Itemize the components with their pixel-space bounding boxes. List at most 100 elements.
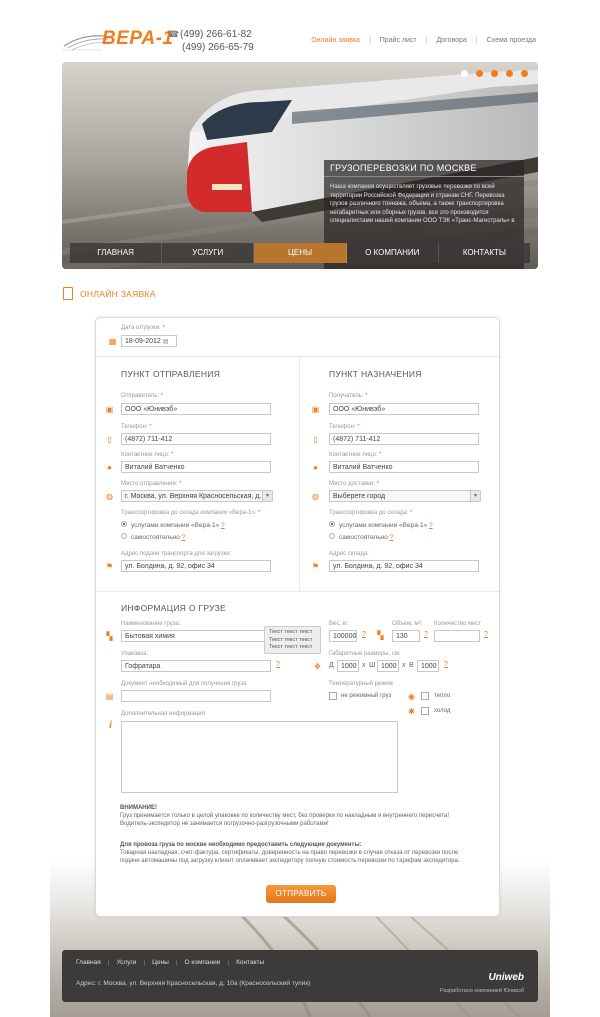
slider-dots: [461, 70, 528, 77]
phone-icon: ▯: [313, 435, 318, 444]
section-title: ОНЛАЙН ЗАЯВКА: [63, 287, 156, 301]
boxes-icon: ▚: [106, 632, 113, 641]
nav-separator: |: [143, 959, 146, 966]
hero-caption-title: ГРУЗОПЕРЕВОЗКИ ПО МОСКВЕ: [324, 160, 524, 177]
sender-address-input[interactable]: ул. Болдина, д. 92, офис 34: [121, 560, 271, 572]
receiver-phone-label: Телефон: *: [329, 424, 360, 430]
chevron-down-icon: ▼: [470, 491, 480, 501]
docs-notice: Для провоза груза по москве необходимо п…: [120, 841, 465, 865]
nav-separator: |: [425, 37, 428, 44]
receiver-radio-company[interactable]: услугами компании «Вера-1» ?: [329, 521, 433, 529]
footer-nav-about[interactable]: О компании: [185, 959, 221, 966]
receiver-contact-input[interactable]: Виталий Ватченко: [329, 461, 479, 473]
sender-contact-input[interactable]: Виталий Ватченко: [121, 461, 271, 473]
help-icon[interactable]: ?: [390, 534, 394, 541]
dim-length-input[interactable]: 1000: [337, 660, 359, 672]
receiver-title: ПУНКТ НАЗНАЧЕНИЯ: [329, 369, 422, 379]
help-icon[interactable]: ?: [484, 631, 488, 638]
footer-nav: Главная | Услуги | Цены | О компании | К…: [76, 959, 264, 966]
volume-input[interactable]: 130: [392, 630, 420, 642]
top-nav: Онлайн заявка | Прайс лист | Договора | …: [311, 37, 536, 44]
docs-text: Товарная накладная, счет-фактура, сертиф…: [120, 850, 460, 864]
help-icon[interactable]: ?: [276, 661, 280, 668]
weight-input[interactable]: 100000: [329, 630, 357, 642]
doc-label: Документ необходимый для получения груза: [121, 681, 247, 687]
main-nav-about[interactable]: О КОМПАНИИ: [347, 243, 439, 263]
notice-title: ВНИМАНИЕ!: [120, 805, 157, 811]
slider-dot-4[interactable]: [506, 70, 513, 77]
globe-icon: ◍: [312, 492, 319, 501]
footer-nav-home[interactable]: Главная: [76, 959, 101, 966]
hero-caption-text: Наша компания осуществляет грузовые пере…: [330, 184, 515, 224]
phone-icon: ☎: [168, 29, 180, 39]
receiver-transport-label: Транспортировка до склада: *: [329, 510, 413, 516]
sender-phone-input[interactable]: (4872) 711-412: [121, 433, 271, 445]
person-icon: ●: [313, 463, 318, 472]
logo[interactable]: ВЕРА-1: [62, 22, 173, 56]
main-nav-contacts[interactable]: КОНТАКТЫ: [439, 243, 530, 263]
sender-place-select[interactable]: г. Москва, ул. Верхняя Красносельская, д…: [121, 490, 273, 502]
help-icon[interactable]: ?: [182, 534, 186, 541]
help-icon[interactable]: ?: [444, 661, 448, 668]
footer: Главная | Услуги | Цены | О компании | К…: [62, 950, 538, 1002]
help-icon[interactable]: ?: [221, 522, 225, 529]
sender-radio-company[interactable]: услугами компании «Вера-1» ?: [121, 521, 225, 529]
main-nav-prices[interactable]: ЦЕНЫ: [254, 243, 347, 263]
ship-date-input[interactable]: 18-09-2012 ▤: [121, 335, 177, 347]
dim-times: х: [402, 662, 406, 669]
temp-normal-checkbox[interactable]: [329, 692, 337, 700]
top-nav-directions[interactable]: Схема проезда: [487, 37, 536, 44]
receiver-phone-input[interactable]: (4872) 711-412: [329, 433, 479, 445]
slider-dot-2[interactable]: [476, 70, 483, 77]
footer-nav-contacts[interactable]: Контакты: [236, 959, 264, 966]
temp-warm-checkbox[interactable]: [421, 692, 429, 700]
sender-transport-label: Транспортировка до склада компании «Вера…: [121, 510, 261, 516]
dim-height-input[interactable]: 1000: [417, 660, 439, 672]
calendar-picker-icon[interactable]: ▤: [163, 339, 169, 345]
top-nav-contracts[interactable]: Договора: [436, 37, 466, 44]
developer-logo[interactable]: Uniweb: [488, 972, 524, 983]
footer-nav-prices[interactable]: Цены: [152, 959, 169, 966]
document-icon: [63, 287, 73, 300]
receiver-place-select[interactable]: Выберете город ▼: [329, 490, 481, 502]
receiver-name-input[interactable]: ООО «Юнивэб»: [329, 403, 479, 415]
doc-input[interactable]: [121, 690, 271, 702]
section-title-text: ОНЛАЙН ЗАЯВКА: [80, 288, 156, 299]
footer-nav-services[interactable]: Услуги: [116, 959, 136, 966]
cargo-name-input[interactable]: Бытовая химия: [121, 630, 271, 642]
submit-button[interactable]: ОТПРАВИТЬ: [266, 885, 336, 903]
nav-separator: |: [368, 37, 371, 44]
receiver-contact-label: Контактное лицо: *: [329, 452, 382, 458]
dims-label: Габаритные размеры, см:: [329, 651, 401, 657]
sender-name-label: Отправитель: *: [121, 393, 164, 399]
receiver-radio-self[interactable]: самостоятельно ?: [329, 533, 394, 541]
hero-slider: ГРУЗОПЕРЕВОЗКИ ПО МОСКВЕ Наша компания о…: [62, 62, 538, 269]
flag-icon: ⚑: [311, 562, 320, 571]
phones: ☎ (499) 266-61-82 (499) 266-65-79: [168, 28, 254, 54]
weight-label: Вес, кг:: [329, 621, 350, 627]
count-input[interactable]: [434, 630, 480, 642]
pack-input[interactable]: Гофратара: [121, 660, 271, 672]
footer-address: Адрес: г. Москва, ул. Верхняя Красносель…: [76, 980, 311, 987]
phone-2: (499) 266-65-79: [182, 42, 254, 53]
receiver-address-input[interactable]: ул. Болдина, д. 92, офис 34: [329, 560, 479, 572]
main-nav-home[interactable]: ГЛАВНАЯ: [70, 243, 163, 263]
help-icon[interactable]: ?: [362, 631, 366, 638]
main-nav-services[interactable]: УСЛУГИ: [162, 243, 255, 263]
move-arrows-icon: ✥: [314, 662, 321, 671]
slider-dot-1[interactable]: [461, 70, 468, 77]
dim-width-input[interactable]: 1000: [377, 660, 399, 672]
docs-title: Для провоза груза по москве необходимо п…: [120, 842, 362, 848]
info-textarea[interactable]: [121, 721, 398, 793]
tooltip-line: Текст текст текст: [269, 644, 313, 650]
top-nav-price-list[interactable]: Прайс лист: [380, 37, 417, 44]
temp-cold-checkbox[interactable]: [421, 707, 429, 715]
slider-dot-3[interactable]: [491, 70, 498, 77]
sender-radio-self[interactable]: самостоятельно ?: [121, 533, 186, 541]
divider: [96, 356, 499, 357]
slider-dot-5[interactable]: [521, 70, 528, 77]
help-icon[interactable]: ?: [424, 631, 428, 638]
sender-name-input[interactable]: ООО «Юнивэб»: [121, 403, 271, 415]
top-nav-online-order[interactable]: Онлайн заявка: [311, 37, 360, 44]
help-icon[interactable]: ?: [429, 522, 433, 529]
